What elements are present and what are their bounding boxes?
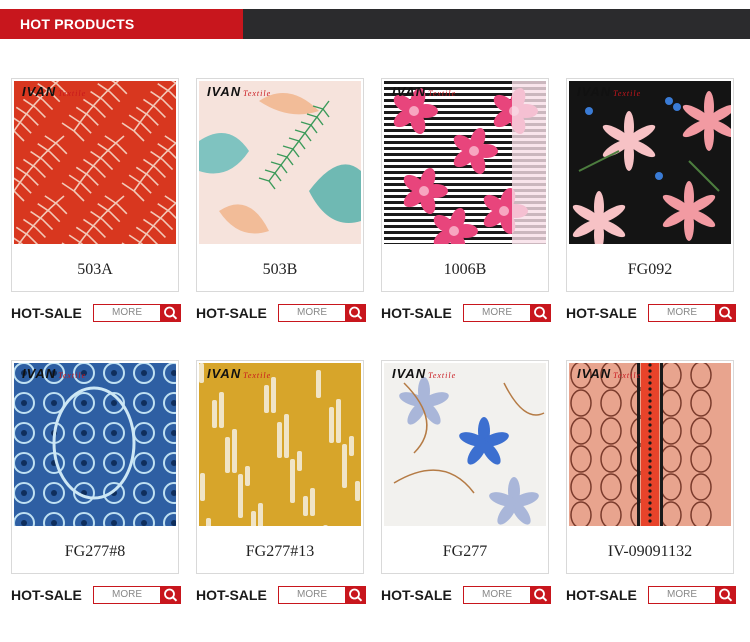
product-card[interactable]: IVAN Textile 503A xyxy=(11,78,179,292)
more-button-label[interactable]: MORE xyxy=(93,586,161,604)
product-image[interactable]: IVAN Textile xyxy=(569,81,731,244)
more-button[interactable]: MORE xyxy=(463,304,551,322)
brand-watermark: IVAN Textile xyxy=(22,84,87,99)
brand-watermark: IVAN Textile xyxy=(577,366,642,381)
search-icon[interactable] xyxy=(716,304,736,322)
more-button-label[interactable]: MORE xyxy=(648,304,716,322)
product-code[interactable]: FG277#13 xyxy=(197,543,363,561)
brand-watermark: IVAN Textile xyxy=(22,366,87,381)
search-icon[interactable] xyxy=(531,586,551,604)
more-button-label[interactable]: MORE xyxy=(278,586,346,604)
hot-sale-label: HOT-SALE xyxy=(566,305,637,321)
search-icon[interactable] xyxy=(346,304,366,322)
product-card[interactable]: IVAN Textile FG277#13 xyxy=(196,360,364,574)
hot-sale-label: HOT-SALE xyxy=(11,305,82,321)
hot-sale-label: HOT-SALE xyxy=(11,587,82,603)
product-card[interactable]: IVAN Textile IV-09091132 xyxy=(566,360,734,574)
product-image[interactable]: IVAN Textile xyxy=(569,363,731,526)
more-button-label[interactable]: MORE xyxy=(648,586,716,604)
more-button-label[interactable]: MORE xyxy=(463,304,531,322)
product-code[interactable]: FG277#8 xyxy=(12,543,178,561)
product-code[interactable]: IV-09091132 xyxy=(567,543,733,561)
product-image[interactable]: IVAN Textile xyxy=(384,363,546,526)
more-button[interactable]: MORE xyxy=(648,586,736,604)
more-button-label[interactable]: MORE xyxy=(93,304,161,322)
product-card[interactable]: IVAN Textile FG092 xyxy=(566,78,734,292)
hot-sale-label: HOT-SALE xyxy=(381,587,452,603)
more-button[interactable]: MORE xyxy=(278,304,366,322)
more-button-label[interactable]: MORE xyxy=(463,586,531,604)
product-code[interactable]: 1006B xyxy=(382,261,548,279)
product-code[interactable]: 503A xyxy=(12,261,178,279)
search-icon[interactable] xyxy=(716,586,736,604)
more-button[interactable]: MORE xyxy=(648,304,736,322)
brand-watermark: IVAN Textile xyxy=(392,366,457,381)
search-icon[interactable] xyxy=(161,304,181,322)
product-card[interactable]: IVAN Textile FG277#8 xyxy=(11,360,179,574)
section-title: HOT PRODUCTS xyxy=(20,16,135,32)
product-image[interactable]: IVAN Textile xyxy=(384,81,546,244)
product-image[interactable]: IVAN Textile xyxy=(199,363,361,526)
product-code[interactable]: FG092 xyxy=(567,261,733,279)
search-icon[interactable] xyxy=(346,586,366,604)
product-image[interactable]: IVAN Textile xyxy=(199,81,361,244)
brand-watermark: IVAN Textile xyxy=(207,366,272,381)
product-code[interactable]: FG277 xyxy=(382,543,548,561)
hot-sale-label: HOT-SALE xyxy=(196,587,267,603)
brand-watermark: IVAN Textile xyxy=(577,84,642,99)
more-button[interactable]: MORE xyxy=(278,586,366,604)
product-image[interactable]: IVAN Textile xyxy=(14,81,176,244)
search-icon[interactable] xyxy=(161,586,181,604)
more-button[interactable]: MORE xyxy=(463,586,551,604)
brand-watermark: IVAN Textile xyxy=(392,84,457,99)
product-card[interactable]: IVAN Textile 503B xyxy=(196,78,364,292)
product-image[interactable]: IVAN Textile xyxy=(14,363,176,526)
product-card[interactable]: IVAN Textile 1006B xyxy=(381,78,549,292)
more-button[interactable]: MORE xyxy=(93,586,181,604)
search-icon[interactable] xyxy=(531,304,551,322)
section-header: HOT PRODUCTS xyxy=(0,9,750,39)
product-card[interactable]: IVAN Textile FG277 xyxy=(381,360,549,574)
more-button[interactable]: MORE xyxy=(93,304,181,322)
hot-sale-label: HOT-SALE xyxy=(381,305,452,321)
product-code[interactable]: 503B xyxy=(197,261,363,279)
hot-sale-label: HOT-SALE xyxy=(196,305,267,321)
brand-watermark: IVAN Textile xyxy=(207,84,272,99)
more-button-label[interactable]: MORE xyxy=(278,304,346,322)
hot-sale-label: HOT-SALE xyxy=(566,587,637,603)
